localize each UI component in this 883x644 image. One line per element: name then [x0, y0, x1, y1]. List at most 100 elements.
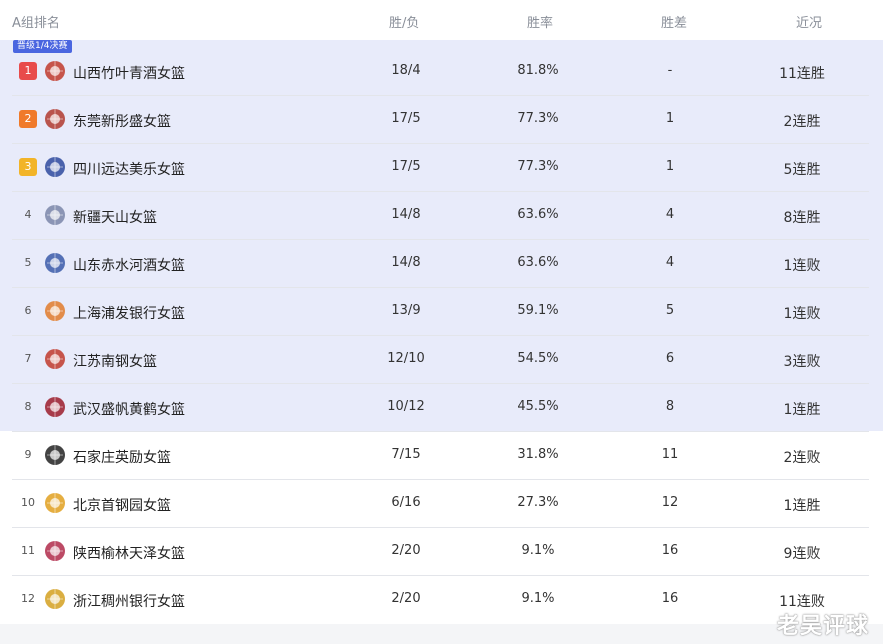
- games-behind-cell: 5: [665, 303, 675, 318]
- header-win-loss: 胜/负: [389, 16, 420, 31]
- win-loss-cell: 10/12: [387, 399, 425, 414]
- table-row[interactable]: 6 上海浦发银行女篮 13/9 59.1% 5 1连败: [0, 288, 883, 336]
- table-row[interactable]: 3 四川远达美乐女篮 17/5 77.3% 1 5连胜: [0, 144, 883, 192]
- table-row[interactable]: 2 东莞新彤盛女篮 17/5 77.3% 1 2连胜: [0, 96, 883, 144]
- rank-number: 6: [24, 304, 32, 317]
- shanghai-logo-icon: [43, 299, 67, 323]
- games-behind-cell: 1: [665, 111, 675, 126]
- streak-cell: 8连胜: [783, 210, 821, 226]
- rank-number: 3: [19, 158, 37, 176]
- team-name[interactable]: 陕西榆林天泽女篮: [73, 543, 185, 563]
- header-group-rank: A组排名: [12, 16, 60, 31]
- win-loss-cell: 2/20: [391, 543, 421, 558]
- shanxi-logo-icon: [43, 59, 67, 83]
- bottom-strip: [0, 624, 883, 644]
- games-behind-cell: 8: [665, 399, 675, 414]
- win-loss-cell: 2/20: [391, 591, 421, 606]
- win-pct-cell: 54.5%: [517, 351, 559, 366]
- rank-number: 5: [24, 256, 32, 269]
- team-name[interactable]: 山西竹叶青酒女篮: [73, 63, 185, 83]
- team-name[interactable]: 江苏南钢女篮: [73, 351, 157, 371]
- sichuan-logo-icon: [43, 155, 67, 179]
- streak-cell: 11连胜: [779, 66, 825, 82]
- streak-cell: 2连胜: [783, 114, 821, 130]
- win-pct-cell: 59.1%: [517, 303, 559, 318]
- win-loss-cell: 18/4: [391, 63, 421, 78]
- win-pct-cell: 77.3%: [517, 111, 559, 126]
- games-behind-cell: 16: [661, 591, 679, 606]
- win-loss-cell: 7/15: [391, 447, 421, 462]
- rank-number: 1: [19, 62, 37, 80]
- team-name[interactable]: 四川远达美乐女篮: [73, 159, 185, 179]
- rank-number: 2: [19, 110, 37, 128]
- rank-number: 10: [21, 496, 35, 509]
- win-pct-cell: 63.6%: [517, 255, 559, 270]
- wuhan-logo-icon: [43, 395, 67, 419]
- win-pct-cell: 9.1%: [521, 543, 555, 558]
- win-loss-cell: 14/8: [391, 255, 421, 270]
- win-loss-cell: 6/16: [391, 495, 421, 510]
- rank-number: 7: [24, 352, 32, 365]
- win-loss-cell: 12/10: [387, 351, 425, 366]
- table-row[interactable]: 5 山东赤水河酒女篮 14/8 63.6% 4 1连败: [0, 240, 883, 288]
- team-name[interactable]: 石家庄英励女篮: [73, 447, 171, 467]
- shaanxi-logo-icon: [43, 539, 67, 563]
- rank-number: 4: [24, 208, 32, 221]
- rank-number: 12: [21, 592, 35, 605]
- team-name[interactable]: 山东赤水河酒女篮: [73, 255, 185, 275]
- standings-table: 1 山西竹叶青酒女篮 18/4 81.8% -11连胜 2 东莞新彤盛女篮 17/5 77.3%…: [0, 48, 883, 624]
- streak-cell: 5连胜: [783, 162, 821, 178]
- games-behind-cell: 6: [665, 351, 675, 366]
- team-name[interactable]: 东莞新彤盛女篮: [73, 111, 171, 131]
- table-row[interactable]: 9 石家庄英励女篮 7/15 31.8% 11 2连败: [0, 432, 883, 480]
- streak-cell: 1连败: [783, 306, 821, 322]
- table-row[interactable]: 1 山西竹叶青酒女篮 18/4 81.8% - 11连胜: [0, 48, 883, 96]
- win-pct-cell: 45.5%: [517, 399, 559, 414]
- shijiazhuang-logo-icon: [43, 443, 67, 467]
- xinjiang-logo-icon: [43, 203, 67, 227]
- win-loss-cell: 13/9: [391, 303, 421, 318]
- rank-number: 9: [24, 448, 32, 461]
- games-behind-cell: 12: [661, 495, 679, 510]
- header-win-pct: 胜率: [527, 16, 554, 31]
- table-row[interactable]: 7 江苏南钢女篮 12/10 54.5% 6 3连败: [0, 336, 883, 384]
- team-name[interactable]: 北京首钢园女篮: [73, 495, 171, 515]
- header-games-behind: 胜差: [661, 16, 688, 31]
- win-pct-cell: 81.8%: [517, 63, 559, 78]
- zhejiang-logo-icon: [43, 587, 67, 611]
- table-row[interactable]: 4 新疆天山女篮 14/8 63.6% 4 8连胜: [0, 192, 883, 240]
- header-recent: 近况: [796, 16, 823, 31]
- beijing-logo-icon: [43, 491, 67, 515]
- win-loss-cell: 14/8: [391, 207, 421, 222]
- jiangsu-logo-icon: [43, 347, 67, 371]
- table-row[interactable]: 10 北京首钢园女篮 6/16 27.3% 12 1连胜: [0, 480, 883, 528]
- streak-cell: 9连败: [783, 546, 821, 562]
- win-loss-cell: 17/5: [391, 159, 421, 174]
- dongguan-logo-icon: [43, 107, 67, 131]
- streak-cell: 1连败: [783, 258, 821, 274]
- win-loss-cell: 17/5: [391, 111, 421, 126]
- table-row[interactable]: 11 陕西榆林天泽女篮 2/20 9.1% 16 9连败: [0, 528, 883, 576]
- win-pct-cell: 9.1%: [521, 591, 555, 606]
- games-behind-cell: -: [667, 63, 673, 78]
- win-pct-cell: 77.3%: [517, 159, 559, 174]
- games-behind-cell: 4: [665, 207, 675, 222]
- team-name[interactable]: 上海浦发银行女篮: [73, 303, 185, 323]
- win-pct-cell: 63.6%: [517, 207, 559, 222]
- rank-number: 8: [24, 400, 32, 413]
- team-name[interactable]: 武汉盛帆黄鹤女篮: [73, 399, 185, 419]
- team-name[interactable]: 新疆天山女篮: [73, 207, 157, 227]
- streak-cell: 2连败: [783, 450, 821, 466]
- table-row[interactable]: 8 武汉盛帆黄鹤女篮 10/12 45.5% 8 1连胜: [0, 384, 883, 432]
- table-header: A组排名 胜/负 胜率 胜差 近况: [0, 0, 883, 40]
- rank-number: 11: [21, 544, 35, 557]
- games-behind-cell: 1: [665, 159, 675, 174]
- games-behind-cell: 16: [661, 543, 679, 558]
- team-name[interactable]: 浙江稠州银行女篮: [73, 591, 185, 611]
- shandong-logo-icon: [43, 251, 67, 275]
- streak-cell: 1连胜: [783, 498, 821, 514]
- games-behind-cell: 11: [661, 447, 679, 462]
- win-pct-cell: 31.8%: [517, 447, 559, 462]
- streak-cell: 1连胜: [783, 402, 821, 418]
- table-row[interactable]: 12 浙江稠州银行女篮 2/20 9.1% 16 11连败: [0, 576, 883, 624]
